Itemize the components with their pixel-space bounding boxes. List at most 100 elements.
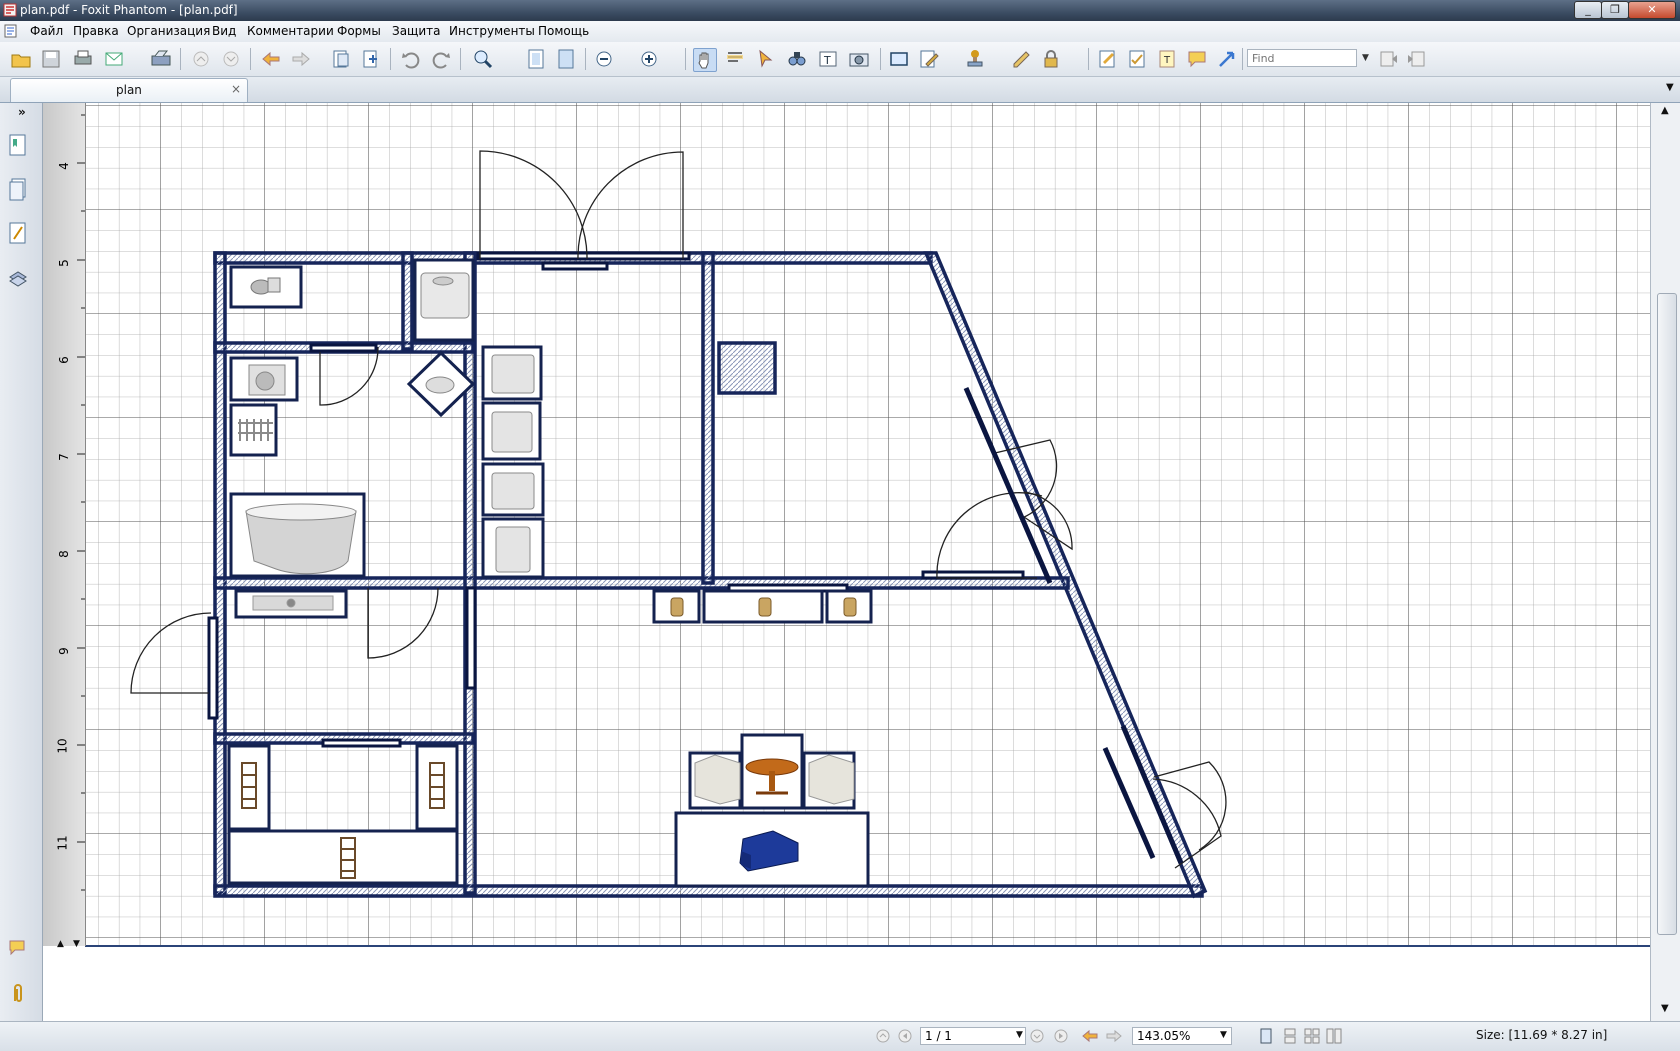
expand-panel-icon[interactable]: »	[18, 105, 26, 119]
open-icon[interactable]	[10, 48, 32, 70]
menu-protect[interactable]: Защита	[392, 24, 441, 38]
select-text-icon[interactable]	[724, 48, 746, 70]
close-button[interactable]: ✕	[1628, 1, 1676, 19]
toolbar-separator	[1242, 48, 1243, 70]
hand-tool-icon[interactable]	[693, 48, 717, 72]
find-previous-icon[interactable]	[1378, 48, 1400, 70]
document-menu-icon[interactable]	[4, 24, 18, 38]
snapshot-icon[interactable]	[848, 48, 870, 70]
continuous-facing-icon[interactable]	[1326, 1028, 1342, 1044]
zoom-dropdown-arrow[interactable]: ▼	[1220, 1030, 1227, 1040]
vertical-ruler: 4 5 6 7 8 9 10 11 ▲ ▼	[43, 103, 86, 949]
minimize-button[interactable]: _	[1574, 1, 1602, 19]
stamp-icon[interactable]	[964, 48, 986, 70]
toolbar-separator	[390, 48, 391, 70]
previous-page-icon[interactable]	[898, 1029, 912, 1043]
pages-icon[interactable]	[8, 177, 28, 201]
scroll-down-arrow[interactable]: ▼	[1661, 1003, 1669, 1014]
single-page-icon[interactable]	[1258, 1028, 1274, 1044]
tab-list-arrow[interactable]: ▼	[1666, 82, 1674, 93]
find-next-icon[interactable]	[1405, 48, 1427, 70]
menu-comments[interactable]: Комментарии	[247, 24, 334, 38]
toolbar-separator	[250, 48, 251, 70]
attachments-panel-icon[interactable]	[8, 265, 28, 289]
washer-graphic	[248, 364, 286, 396]
menu-file[interactable]: Файл	[30, 24, 63, 38]
undo-icon[interactable]	[400, 48, 422, 70]
redo-icon[interactable]	[430, 48, 452, 70]
zoom-out-icon[interactable]	[593, 48, 615, 70]
find-input[interactable]	[1247, 49, 1357, 67]
zoom-input[interactable]	[1132, 1027, 1232, 1045]
scan-icon[interactable]	[150, 48, 172, 70]
print-icon[interactable]	[72, 48, 94, 70]
first-page-icon[interactable]	[876, 1029, 890, 1043]
insert-pages-icon[interactable]	[360, 48, 382, 70]
bookmarks-icon[interactable]	[8, 133, 28, 157]
vertical-scrollbar[interactable]: ▲ ▼	[1650, 103, 1680, 1021]
note-icon[interactable]	[1126, 48, 1148, 70]
typewriter-icon[interactable]: T	[817, 48, 839, 70]
find-icon[interactable]	[786, 48, 808, 70]
ruler-marker-up[interactable]: ▲	[57, 939, 64, 949]
menu-organize[interactable]: Организация	[127, 24, 210, 38]
floor-plan-page	[85, 103, 1650, 947]
page-number-input[interactable]	[920, 1027, 1026, 1045]
zoom-icon[interactable]	[472, 48, 494, 70]
continuous-page-icon[interactable]	[1282, 1028, 1298, 1044]
facing-page-icon[interactable]	[1304, 1028, 1320, 1044]
arrow-icon[interactable]	[1216, 48, 1238, 70]
textbox-icon[interactable]: T	[1156, 48, 1178, 70]
back-icon[interactable]	[260, 48, 282, 70]
extract-pages-icon[interactable]	[330, 48, 352, 70]
select-icon[interactable]	[755, 48, 777, 70]
scrollbar-thumb[interactable]	[1657, 293, 1677, 935]
forward-icon[interactable]	[290, 48, 312, 70]
zoom-in-icon[interactable]	[638, 48, 660, 70]
ruler-ticks	[77, 114, 85, 891]
find-dropdown-arrow[interactable]: ▼	[1362, 53, 1369, 63]
maximize-button[interactable]: ❐	[1601, 1, 1629, 19]
page-dropdown-arrow[interactable]: ▼	[1016, 1030, 1023, 1040]
email-icon[interactable]	[104, 48, 126, 70]
svg-text:T: T	[823, 54, 831, 67]
fit-page-icon[interactable]	[525, 48, 547, 70]
paperclip-icon[interactable]	[8, 981, 28, 1005]
tab-plan[interactable]: plan ×	[10, 78, 248, 102]
layers-icon[interactable]	[8, 221, 28, 245]
edit-icon[interactable]	[918, 48, 940, 70]
menu-edit[interactable]: Правка	[73, 24, 119, 38]
tab-close-icon[interactable]: ×	[231, 82, 241, 96]
window-title: plan.pdf - Foxit Phantom - [plan.pdf]	[20, 3, 238, 17]
menu-tools[interactable]: Инструменты	[449, 24, 535, 38]
toolbar-separator	[180, 48, 181, 70]
next-page-status-icon[interactable]	[1030, 1029, 1044, 1043]
go-back-icon[interactable]	[1082, 1029, 1098, 1043]
save-icon[interactable]	[40, 48, 62, 70]
sign-icon[interactable]	[1010, 48, 1032, 70]
rectangle-icon[interactable]	[888, 48, 910, 70]
menu-view[interactable]: Вид	[212, 24, 236, 38]
toolbar: T T ▼	[0, 42, 1680, 77]
document-view[interactable]: 4 5 6 7 8 9 10 11 ▲ ▼	[43, 103, 1650, 1021]
next-page-icon[interactable]	[220, 48, 242, 70]
menu-forms[interactable]: Формы	[337, 24, 381, 38]
ruler-marker-down[interactable]: ▼	[73, 939, 80, 949]
tab-label: plan	[116, 83, 142, 97]
comment-icon[interactable]	[1186, 48, 1208, 70]
prev-page-icon[interactable]	[190, 48, 212, 70]
menu-help[interactable]: Помощь	[538, 24, 589, 38]
page-size-text: Size: [11.69 * 8.27 in]	[1476, 1028, 1608, 1042]
go-forward-icon[interactable]	[1106, 1029, 1122, 1043]
bathtub-graphic	[245, 503, 357, 575]
comments-icon[interactable]	[8, 936, 28, 960]
toolbar-separator	[460, 48, 461, 70]
tab-strip: plan × ▼	[0, 77, 1680, 103]
toolbar-separator	[585, 48, 586, 70]
last-page-icon[interactable]	[1054, 1029, 1068, 1043]
fit-width-icon[interactable]	[555, 48, 577, 70]
title-bar: plan.pdf - Foxit Phantom - [plan.pdf] _ …	[0, 0, 1680, 21]
highlight-icon[interactable]	[1096, 48, 1118, 70]
scroll-up-arrow[interactable]: ▲	[1661, 105, 1669, 116]
lock-icon[interactable]	[1040, 48, 1062, 70]
